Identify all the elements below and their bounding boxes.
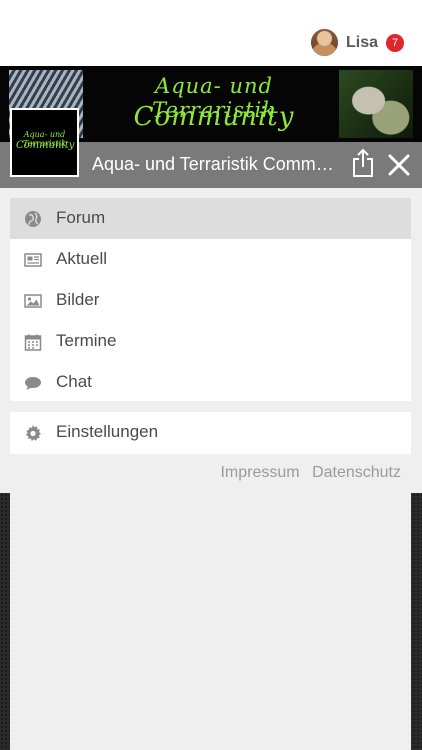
chat-bubble-icon [25,377,41,390]
menu-item-label: Aktuell [56,249,108,268]
gear-icon [25,425,41,441]
calendar-icon [24,334,42,351]
top-bar: Lisa 7 [0,0,422,66]
user-menu[interactable]: Lisa 7 [310,29,404,56]
page-background [0,493,422,750]
menu-item-label: Forum [56,208,106,227]
menu-item-aktuell[interactable]: Aktuell [10,239,411,280]
menu-item-forum[interactable]: Forum [10,198,411,239]
forum-title: Aqua- und Terraristik Community [92,154,342,174]
globe-icon [25,211,41,227]
menu-item-termine[interactable]: Termine [10,321,411,362]
forum-logo-line2: Community [16,140,75,151]
gecko-image [339,70,413,138]
menu-item-label: Bilder [56,290,100,309]
menu-item-chat[interactable]: Chat [10,362,411,403]
footer-links: Impressum Datenschutz [212,464,401,482]
menu-item-bilder[interactable]: Bilder [10,280,411,321]
impressum-link[interactable]: Impressum [220,464,299,481]
banner-title-line2: Community [133,102,295,132]
menu-item-einstellungen[interactable]: Einstellungen [10,412,411,453]
username[interactable]: Lisa [346,34,378,52]
close-icon[interactable] [387,153,411,177]
menu-item-label: Termine [56,331,117,350]
datenschutz-link[interactable]: Datenschutz [312,464,401,481]
main-menu-card: Forum Aktuell Bilder Termine Chat [10,198,411,401]
menu-item-label: Chat [56,372,92,391]
menu-item-label: Einstellungen [56,422,159,441]
image-icon [24,294,42,308]
avatar[interactable] [310,29,338,56]
newspaper-icon [24,253,42,267]
content-panel [10,493,411,750]
settings-card: Einstellungen [10,412,411,454]
share-icon[interactable] [350,148,376,178]
notification-badge[interactable]: 7 [386,33,404,52]
forum-logo: Aqua- und Terraristik Community [10,108,79,177]
